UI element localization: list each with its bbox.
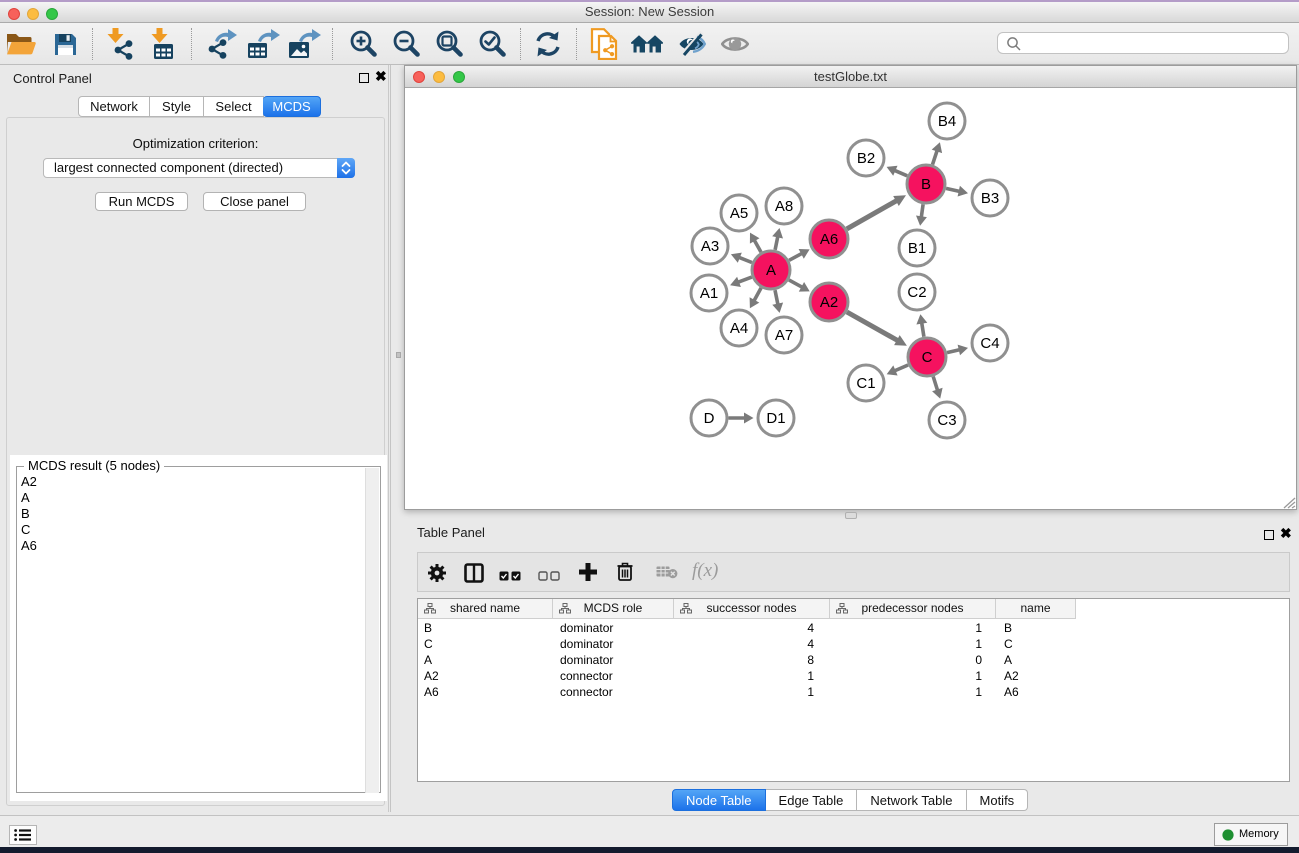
svg-text:D1: D1 <box>766 410 785 427</box>
svg-text:A6: A6 <box>820 231 838 248</box>
svg-text:A1: A1 <box>700 285 718 302</box>
svg-text:A: A <box>766 262 776 279</box>
svg-text:C1: C1 <box>856 375 875 392</box>
svg-text:C: C <box>922 349 933 366</box>
svg-text:C3: C3 <box>937 412 956 429</box>
svg-text:C2: C2 <box>907 284 926 301</box>
svg-text:A7: A7 <box>775 327 793 344</box>
svg-text:D: D <box>704 410 715 427</box>
svg-text:A2: A2 <box>820 294 838 311</box>
svg-text:B3: B3 <box>981 190 999 207</box>
svg-text:B2: B2 <box>857 150 875 167</box>
svg-text:B4: B4 <box>938 113 956 130</box>
svg-text:A3: A3 <box>701 238 719 255</box>
svg-text:C4: C4 <box>980 335 999 352</box>
svg-text:A5: A5 <box>730 205 748 222</box>
svg-text:A8: A8 <box>775 198 793 215</box>
svg-text:B: B <box>921 176 931 193</box>
svg-text:A4: A4 <box>730 320 748 337</box>
svg-text:B1: B1 <box>908 240 926 257</box>
